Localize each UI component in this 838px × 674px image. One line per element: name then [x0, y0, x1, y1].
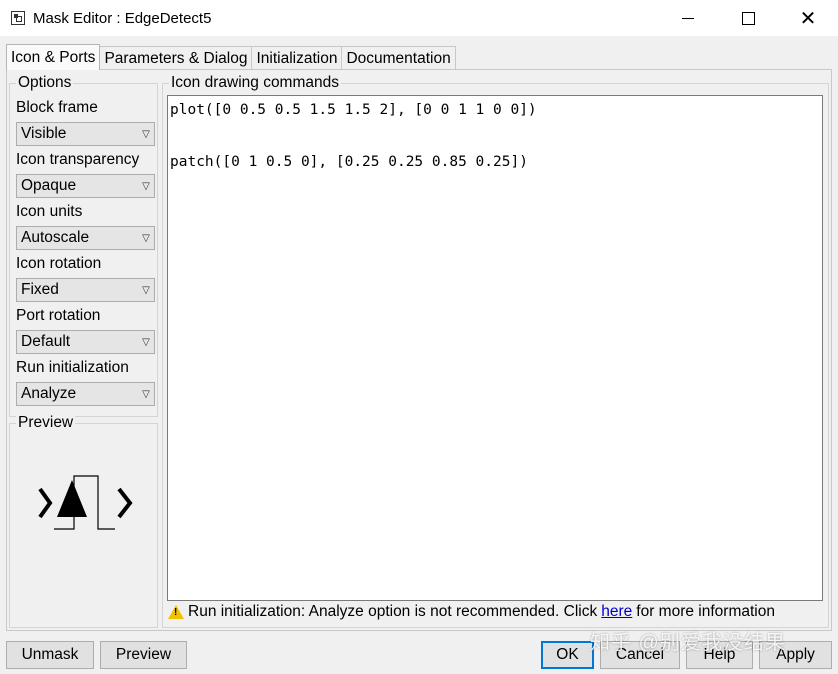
maximize-button[interactable] — [718, 0, 778, 36]
tab-content: Options Block frame Visible ▽ Icon trans… — [6, 69, 832, 631]
close-button[interactable]: ✕ — [778, 0, 838, 36]
icon-units-label: Icon units — [16, 203, 83, 220]
chevron-down-icon: ▽ — [142, 232, 150, 244]
help-link[interactable]: here — [601, 603, 632, 621]
preview-button[interactable]: Preview — [100, 641, 187, 669]
block-frame-select[interactable]: Visible ▽ — [16, 122, 155, 146]
unmask-button[interactable]: Unmask — [6, 641, 94, 669]
block-icon-preview — [38, 475, 133, 530]
cancel-button[interactable]: Cancel — [600, 641, 680, 669]
icon-units-select[interactable]: Autoscale ▽ — [16, 226, 155, 250]
maximize-icon — [741, 11, 755, 25]
chevron-down-icon: ▽ — [142, 180, 150, 192]
icon-transparency-value: Opaque — [21, 177, 77, 194]
run-initialization-value: Analyze — [21, 385, 77, 402]
output-port-arrow-icon — [117, 487, 133, 519]
preview-title: Preview — [16, 414, 76, 432]
input-port-arrow-icon — [38, 487, 53, 519]
title-bar: Mask Editor : EdgeDetect5 ✕ — [0, 0, 838, 36]
warning-text-end: for more information — [636, 603, 775, 620]
run-initialization-select[interactable]: Analyze ▽ — [16, 382, 155, 406]
tab-parameters-dialog[interactable]: Parameters & Dialog — [99, 46, 253, 70]
code-line: plot([0 0.5 0.5 1.5 1.5 2], [0 0 1 1 0 0… — [170, 102, 537, 118]
preview-group: Preview — [9, 414, 158, 628]
icon-transparency-label: Icon transparency — [16, 151, 140, 168]
port-rotation-value: Default — [21, 333, 71, 350]
chevron-down-icon: ▽ — [142, 336, 150, 348]
chevron-down-icon: ▽ — [142, 284, 150, 296]
code-line: patch([0 1 0.5 0], [0.25 0.25 0.85 0.25]… — [170, 154, 528, 170]
warning-icon: ! — [168, 605, 184, 619]
help-button[interactable]: Help — [686, 641, 753, 669]
minimize-button[interactable] — [658, 0, 718, 36]
ok-button[interactable]: OK — [541, 641, 594, 669]
block-frame-value: Visible — [21, 125, 67, 142]
icon-transparency-select[interactable]: Opaque ▽ — [16, 174, 155, 198]
tab-icon-ports[interactable]: Icon & Ports — [6, 44, 101, 70]
options-group: Options Block frame Visible ▽ Icon trans… — [9, 74, 158, 417]
chevron-down-icon: ▽ — [142, 388, 150, 400]
edge-patch-triangle — [57, 480, 87, 517]
warning-message: ! Run initialization: Analyze option is … — [168, 603, 775, 621]
run-initialization-label: Run initialization — [16, 359, 129, 376]
block-frame-label: Block frame — [16, 99, 98, 116]
port-rotation-label: Port rotation — [16, 307, 101, 324]
tab-documentation[interactable]: Documentation — [341, 46, 456, 70]
options-title: Options — [16, 74, 74, 92]
icon-rotation-value: Fixed — [21, 281, 59, 298]
warning-text: Run initialization: Analyze option is no… — [188, 603, 598, 620]
drawing-commands-editor[interactable]: plot([0 0.5 0.5 1.5 1.5 2], [0 0 1 1 0 0… — [167, 95, 823, 601]
close-icon: ✕ — [799, 6, 817, 30]
window-controls: ✕ — [658, 0, 838, 36]
icon-rotation-select[interactable]: Fixed ▽ — [16, 278, 155, 302]
minimize-icon — [682, 17, 694, 19]
port-rotation-select[interactable]: Default ▽ — [16, 330, 155, 354]
drawing-commands-title: Icon drawing commands — [169, 74, 341, 92]
icon-units-value: Autoscale — [21, 229, 90, 246]
window-title: Mask Editor : EdgeDetect5 — [33, 9, 212, 27]
tab-bar: Icon & Ports Parameters & Dialog Initial… — [6, 44, 456, 70]
icon-rotation-label: Icon rotation — [16, 255, 102, 272]
apply-button[interactable]: Apply — [759, 641, 832, 669]
chevron-down-icon: ▽ — [142, 128, 150, 140]
tab-initialization[interactable]: Initialization — [251, 46, 343, 70]
mask-editor-icon — [11, 11, 25, 25]
